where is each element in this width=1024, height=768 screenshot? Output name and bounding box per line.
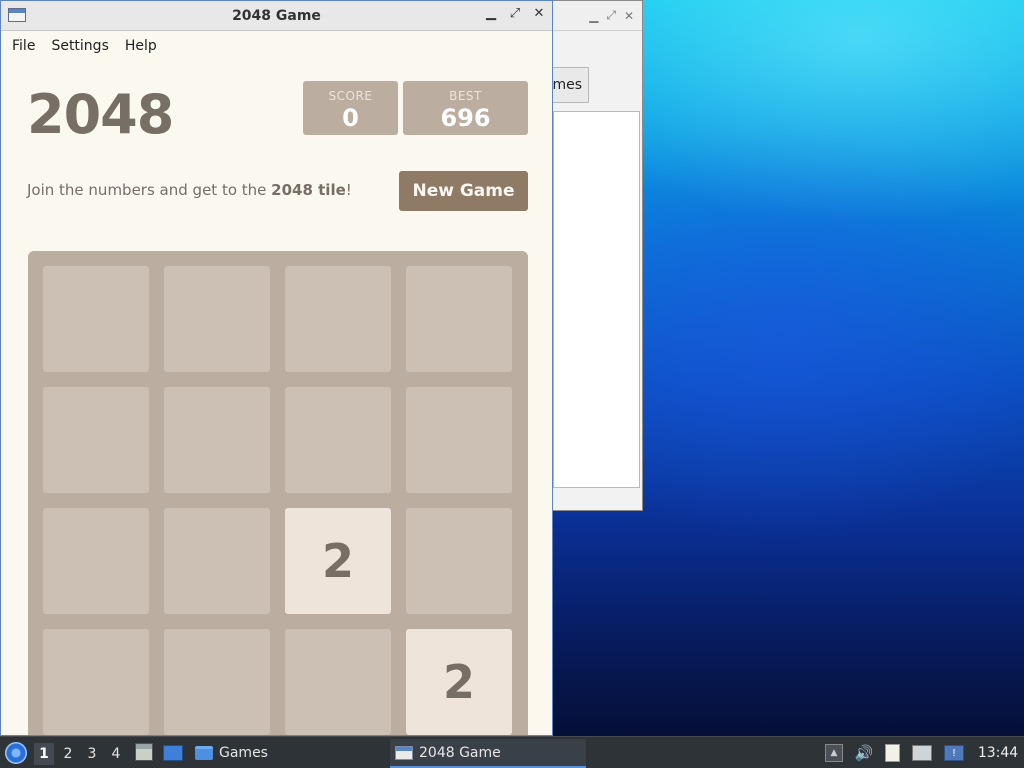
volume-icon[interactable]: 🔊 [855, 744, 874, 762]
window-title: 2048 Game [232, 7, 321, 24]
empty-cell [164, 508, 270, 614]
taskbar-2048-game[interactable]: 2048 Game [390, 739, 586, 768]
close-icon[interactable]: ✕ [532, 6, 546, 21]
background-minimize-icon[interactable]: ▁ [589, 9, 598, 23]
clock[interactable]: 13:44 [976, 745, 1020, 761]
empty-cell [406, 508, 512, 614]
intro-text-bold: 2048 tile [271, 181, 346, 199]
tile: 2 [406, 629, 512, 735]
background-window[interactable]: ▁ ⤢ ✕ mes [540, 0, 643, 511]
window-icon [8, 8, 26, 22]
background-window-titlebar: ▁ ⤢ ✕ [541, 1, 642, 31]
best-value: 696 [440, 104, 491, 132]
clipboard-icon[interactable] [885, 744, 900, 762]
empty-cell [43, 629, 149, 735]
score-value: 0 [342, 104, 359, 132]
taskbar: 1 2 3 4 Games 2048 Game ▲ 🔊 ! 13:44 [0, 736, 1024, 768]
workspace-4[interactable]: 4 [106, 743, 126, 765]
game-area: 2048 SCORE 0 BEST 696 Join the numbers a… [1, 61, 552, 735]
app-window-icon [395, 745, 413, 760]
background-maximize-icon[interactable]: ⤢ [606, 8, 616, 23]
system-tray: ▲ 🔊 ! 13:44 [825, 737, 1024, 768]
score-label: SCORE [328, 89, 373, 103]
start-menu-icon[interactable] [5, 742, 27, 764]
new-game-button[interactable]: New Game [399, 171, 528, 211]
empty-cell [285, 629, 391, 735]
intro-text: Join the numbers and get to the 2048 til… [27, 181, 352, 199]
empty-cell [164, 387, 270, 493]
empty-cell [406, 387, 512, 493]
menu-bar: File Settings Help [1, 31, 552, 61]
empty-cell [43, 266, 149, 372]
empty-cell [285, 266, 391, 372]
game-title: 2048 [27, 83, 174, 146]
score-box: SCORE 0 [303, 81, 398, 135]
intro-text-end: ! [345, 181, 352, 199]
tray-expand-icon[interactable]: ▲ [825, 744, 843, 762]
menu-file[interactable]: File [4, 38, 43, 54]
workspace-3[interactable]: 3 [82, 743, 102, 765]
best-score-box: BEST 696 [403, 81, 528, 135]
workspace-2[interactable]: 2 [58, 743, 78, 765]
game-board[interactable]: 22 [28, 251, 528, 735]
workspace-1[interactable]: 1 [34, 743, 54, 765]
app-window-2048: 2048 Game ▁ ⤢ ✕ File Settings Help 2048 … [0, 0, 553, 736]
menu-settings[interactable]: Settings [43, 38, 116, 54]
background-window-tab[interactable]: mes [551, 67, 589, 103]
empty-cell [285, 387, 391, 493]
background-close-icon[interactable]: ✕ [624, 9, 634, 23]
menu-help[interactable]: Help [117, 38, 165, 54]
minimize-icon[interactable]: ▁ [484, 6, 498, 21]
maximize-icon[interactable]: ⤢ [508, 6, 522, 21]
taskbar-games[interactable]: Games [195, 741, 268, 765]
show-desktop-icon[interactable] [163, 745, 183, 761]
taskbar-games-label: Games [219, 745, 268, 761]
update-notifier-icon[interactable]: ! [944, 745, 964, 761]
tile: 2 [285, 508, 391, 614]
empty-cell [164, 629, 270, 735]
window-controls: ▁ ⤢ ✕ [484, 6, 546, 21]
background-window-panel [553, 111, 640, 488]
empty-cell [43, 387, 149, 493]
taskbar-app-label: 2048 Game [419, 744, 501, 761]
file-manager-icon[interactable] [135, 743, 153, 761]
empty-cell [43, 508, 149, 614]
window-titlebar[interactable]: 2048 Game ▁ ⤢ ✕ [1, 1, 552, 31]
empty-cell [406, 266, 512, 372]
best-label: BEST [449, 89, 482, 103]
folder-icon [195, 746, 213, 760]
empty-cell [164, 266, 270, 372]
network-icon[interactable] [912, 745, 932, 761]
intro-text-start: Join the numbers and get to the [27, 181, 272, 199]
